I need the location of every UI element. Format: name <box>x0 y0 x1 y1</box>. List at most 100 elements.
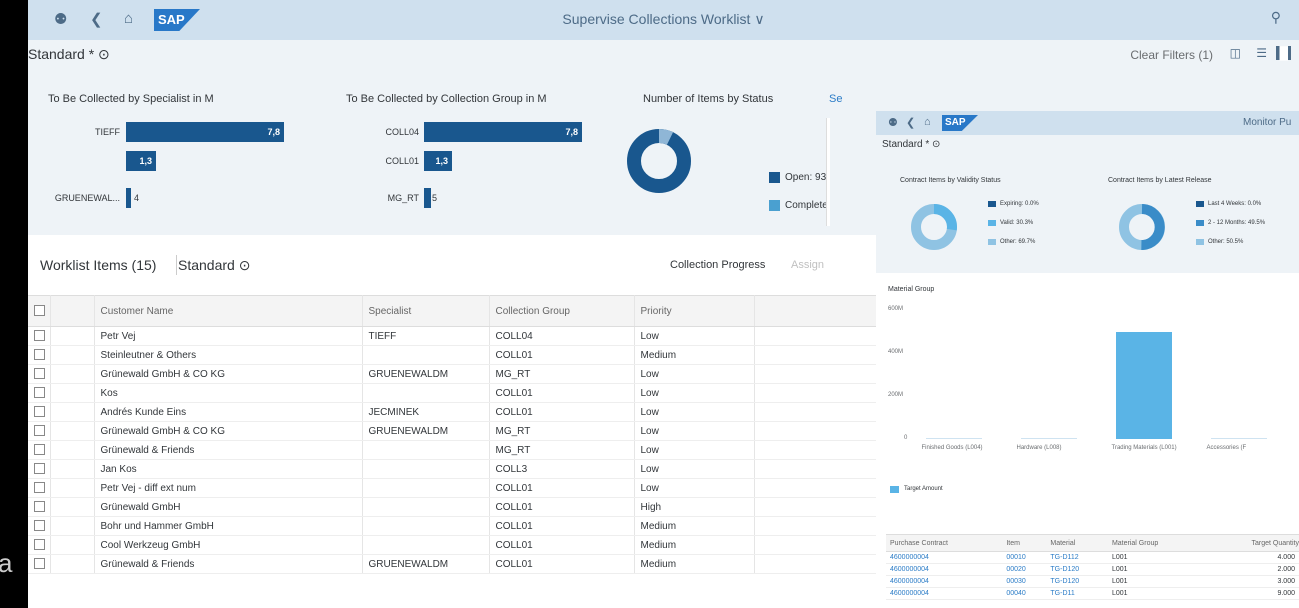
filters-button[interactable]: Filters (1) <box>1162 48 1213 62</box>
row-checkbox[interactable] <box>34 539 45 551</box>
legend-swatch <box>769 172 780 183</box>
row-checkbox[interactable] <box>34 349 45 361</box>
overlay-variant[interactable]: Standard * ⊙ <box>882 139 940 150</box>
table-row[interactable]: 4600000004 00020 TG-D120 L001 2.000 <box>886 563 1299 576</box>
col-header[interactable]: Item <box>1002 534 1047 552</box>
table-view-icon[interactable]: █ <box>1276 46 1291 60</box>
settings-link[interactable]: Se <box>829 93 842 105</box>
table-cell[interactable]: 00020 <box>1002 563 1047 576</box>
customer-cell[interactable]: Cool Werkzeug GmbH <box>94 535 363 555</box>
chart-bar[interactable] <box>1210 438 1267 439</box>
table-cell[interactable]: TG-D120 <box>1046 575 1108 588</box>
chart-bar[interactable] <box>925 438 982 439</box>
col-header[interactable]: Material <box>1046 534 1108 552</box>
row-checkbox[interactable] <box>34 444 45 456</box>
specialist-cell: GRUENEWALDM <box>362 554 490 574</box>
customer-cell[interactable]: Petr Vej - diff ext num <box>94 478 363 498</box>
customer-cell[interactable]: Jan Kos <box>94 459 363 479</box>
table-row[interactable]: 4600000004 00010 TG-D112 L001 4.000 <box>886 551 1299 564</box>
row-spacer <box>50 364 95 384</box>
customer-cell[interactable]: Grünewald & Friends <box>94 440 363 460</box>
user-icon[interactable]: ⚉ <box>888 116 898 129</box>
row-checkbox[interactable] <box>34 330 45 342</box>
customer-cell[interactable]: Andrés Kunde Eins <box>94 402 363 422</box>
legend-open: Open: 93 <box>785 172 827 183</box>
row-checkbox[interactable] <box>34 368 45 380</box>
col-customer[interactable]: Customer Name <box>94 295 363 327</box>
bar-unassigned[interactable]: 1,3 <box>126 151 156 171</box>
row-checkbox[interactable] <box>34 425 45 437</box>
bar-coll04[interactable]: 7,8 <box>424 122 582 142</box>
chart-bar[interactable] <box>1020 438 1077 439</box>
bar-tieff[interactable]: 7,8 <box>126 122 284 142</box>
row-checkbox[interactable] <box>34 520 45 532</box>
col-header[interactable]: Material Group <box>1107 534 1203 552</box>
status-donut[interactable] <box>626 128 692 194</box>
customer-cell[interactable]: Bohr und Hammer GmbH <box>94 516 363 536</box>
table-cell[interactable]: TG-D120 <box>1046 563 1108 576</box>
customer-cell[interactable]: Steinleutner & Others <box>94 345 363 365</box>
table-cell[interactable]: 4600000004 <box>886 575 1003 588</box>
assign-button[interactable]: Assign <box>791 259 824 271</box>
clear-button[interactable]: Clear <box>1130 48 1159 62</box>
worklist-variant[interactable]: Standard ⊙ <box>178 257 250 274</box>
table-cell[interactable]: 00010 <box>1002 551 1047 564</box>
table-row[interactable]: 4600000004 00040 TG-D11 L001 9.000 <box>886 587 1299 600</box>
legend-text: 2 - 12 Months: 49.5% <box>1208 220 1266 226</box>
customer-cell[interactable]: Grünewald & Friends <box>94 554 363 574</box>
row-checkbox[interactable] <box>34 463 45 475</box>
table-row[interactable]: 4600000004 00030 TG-D120 L001 3.000 <box>886 575 1299 588</box>
row-spacer <box>50 554 95 574</box>
table-cell: L001 <box>1107 587 1203 600</box>
table-cell[interactable]: TG-D112 <box>1046 551 1108 564</box>
customer-cell[interactable]: Petr Vej <box>94 326 363 346</box>
home-icon[interactable]: ⌂ <box>924 116 931 128</box>
row-checkbox[interactable] <box>34 387 45 399</box>
table-cell: 9.000 <box>1202 587 1299 600</box>
row-spacer <box>50 478 95 498</box>
variant-selector[interactable]: Standard * ⊙ <box>28 46 110 63</box>
table-cell: L001 <box>1107 575 1203 588</box>
row-checkbox[interactable] <box>34 558 45 570</box>
bar-mg-rt[interactable] <box>424 188 431 208</box>
sap-logo[interactable]: SAP <box>942 115 978 131</box>
row-checkbox[interactable] <box>34 501 45 513</box>
legend-swatch <box>1196 201 1204 207</box>
table-cell[interactable]: 00030 <box>1002 575 1047 588</box>
release-title: Contract Items by Latest Release <box>1108 177 1212 184</box>
bar-gruenewal[interactable] <box>126 188 131 208</box>
col-priority[interactable]: Priority <box>634 295 755 327</box>
customer-cell[interactable]: Grünewald GmbH & CO KG <box>94 421 363 441</box>
back-icon[interactable]: ❮ <box>906 116 915 129</box>
search-icon[interactable]: ⚲ <box>1271 9 1281 26</box>
app-title[interactable]: Supervise Collections Worklist ∨ <box>28 11 1299 28</box>
x-tick-label: Accessories (F <box>1206 445 1247 451</box>
share-icon[interactable]: ◫ <box>1230 46 1241 60</box>
group-cell: COLL01 <box>489 554 635 574</box>
table-cell[interactable]: 4600000004 <box>886 563 1003 576</box>
bar-coll01[interactable]: 1,3 <box>424 151 452 171</box>
customer-cell[interactable]: Grünewald GmbH & CO KG <box>94 364 363 384</box>
overlay-app-title[interactable]: Monitor Pu <box>1243 117 1291 128</box>
table-cell[interactable]: 4600000004 <box>886 587 1003 600</box>
table-cell[interactable]: TG-D11 <box>1046 587 1108 600</box>
chart-view-icon[interactable]: ☰ <box>1256 46 1267 60</box>
material-group-chart: Material Group 600M 400M 200M 0 Finished Goo… <box>876 276 1299 493</box>
row-checkbox[interactable] <box>34 482 45 494</box>
table-cell[interactable]: 4600000004 <box>886 551 1003 564</box>
collection-progress-button[interactable]: Collection Progress <box>670 259 765 271</box>
legend-complete: Complete <box>785 200 828 211</box>
customer-cell[interactable]: Grünewald GmbH <box>94 497 363 517</box>
col-header[interactable]: Target Quantity <box>1202 534 1299 552</box>
customer-cell[interactable]: Kos <box>94 383 363 403</box>
row-checkbox[interactable] <box>34 406 45 418</box>
legend-swatch <box>988 201 996 207</box>
col-header[interactable]: Purchase Contract <box>886 534 1003 552</box>
select-all-checkbox[interactable] <box>34 305 45 317</box>
col-specialist[interactable]: Specialist <box>362 295 490 327</box>
table-cell[interactable]: 00040 <box>1002 587 1047 600</box>
chart-bar[interactable] <box>1115 331 1172 439</box>
col-group[interactable]: Collection Group <box>489 295 635 327</box>
validity-donut[interactable] <box>910 203 958 251</box>
release-donut[interactable] <box>1118 203 1166 251</box>
